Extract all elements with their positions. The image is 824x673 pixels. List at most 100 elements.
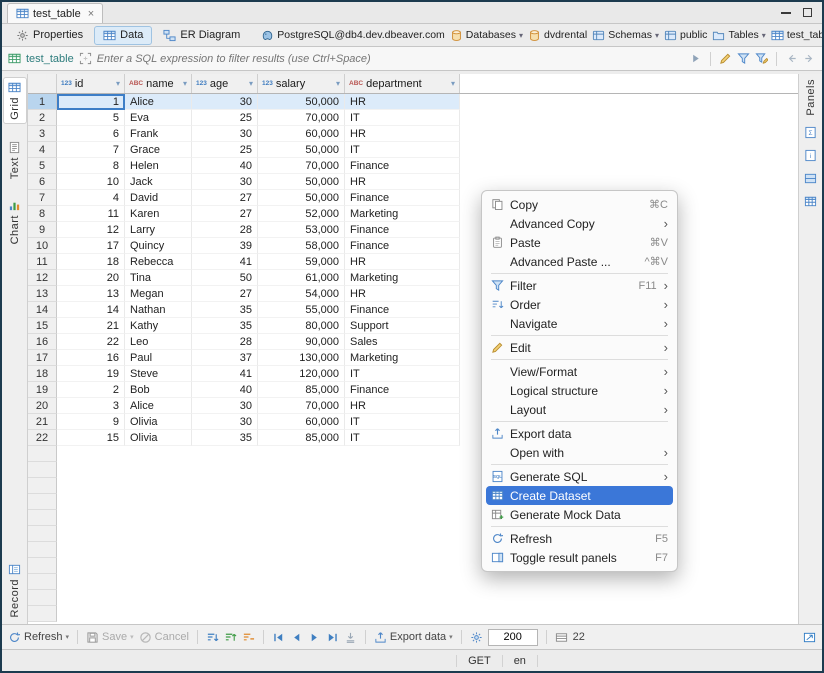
breadcrumb-item-schemas[interactable]: Schemas▾ xyxy=(590,28,661,43)
cell-id[interactable]: 2 xyxy=(57,382,125,398)
cell-salary[interactable]: 54,000 xyxy=(258,286,345,302)
tab-er-diagram[interactable]: ER Diagram xyxy=(154,26,249,45)
cell-department[interactable]: Sales xyxy=(345,334,460,350)
side-tab-record[interactable]: Record xyxy=(3,560,27,620)
row-number[interactable]: 19 xyxy=(28,382,57,398)
row-number-empty[interactable] xyxy=(28,606,57,622)
row-number-empty[interactable] xyxy=(28,542,57,558)
cell-name[interactable]: Frank xyxy=(125,126,192,142)
filter-dropdown-icon[interactable]: ▾ xyxy=(183,79,187,88)
cell-name[interactable]: Kathy xyxy=(125,318,192,334)
corner-cell[interactable] xyxy=(28,74,57,93)
cell-department[interactable]: Finance xyxy=(345,158,460,174)
menu-item-refresh[interactable]: RefreshF5 xyxy=(482,529,677,548)
row-number[interactable]: 6 xyxy=(28,174,57,190)
filter-icon[interactable] xyxy=(737,52,750,65)
grid-panel-icon[interactable] xyxy=(804,195,817,208)
chevron-down-icon[interactable]: ▾ xyxy=(519,31,523,40)
filter-dropdown-icon[interactable]: ▾ xyxy=(451,79,455,88)
breadcrumb-item-databases[interactable]: Databases▾ xyxy=(448,28,525,43)
cell-salary[interactable]: 85,000 xyxy=(258,430,345,446)
cell-salary[interactable]: 61,000 xyxy=(258,270,345,286)
cell-salary[interactable]: 53,000 xyxy=(258,222,345,238)
menu-item-copy[interactable]: Copy⌘C xyxy=(482,195,677,214)
cell-department[interactable]: IT xyxy=(345,366,460,382)
cell-age[interactable]: 40 xyxy=(192,158,258,174)
cell-salary[interactable]: 70,000 xyxy=(258,110,345,126)
chevron-down-icon[interactable]: ▾ xyxy=(66,633,70,641)
breadcrumb-item-postgresql-db4-dev-dbeaver-com[interactable]: PostgreSQL@db4.dev.dbeaver.com xyxy=(259,28,446,43)
cell-id[interactable]: 13 xyxy=(57,286,125,302)
cell-id[interactable]: 8 xyxy=(57,158,125,174)
row-number-empty[interactable] xyxy=(28,446,57,462)
cell-age[interactable]: 30 xyxy=(192,414,258,430)
cell-age[interactable]: 27 xyxy=(192,190,258,206)
cell-name[interactable]: Quincy xyxy=(125,238,192,254)
save-button[interactable]: Save ▾ xyxy=(86,631,134,644)
fetch-size-input[interactable] xyxy=(488,629,538,646)
row-number[interactable]: 21 xyxy=(28,414,57,430)
minimize-icon[interactable] xyxy=(781,12,791,14)
cell-department[interactable]: IT xyxy=(345,110,460,126)
cell-salary[interactable]: 50,000 xyxy=(258,142,345,158)
refresh-button[interactable]: Refresh ▾ xyxy=(8,631,69,644)
row-number[interactable]: 22 xyxy=(28,430,57,446)
cell-id[interactable]: 21 xyxy=(57,318,125,334)
cell-name[interactable]: Eva xyxy=(125,110,192,126)
menu-item-open-with[interactable]: Open with› xyxy=(482,443,677,462)
cancel-button[interactable]: Cancel xyxy=(139,631,189,644)
cell-age[interactable]: 50 xyxy=(192,270,258,286)
row-number[interactable]: 10 xyxy=(28,238,57,254)
close-icon[interactable]: × xyxy=(88,8,94,20)
cell-id[interactable]: 4 xyxy=(57,190,125,206)
cell-name[interactable]: Jack xyxy=(125,174,192,190)
row-number[interactable]: 15 xyxy=(28,318,57,334)
cell-age[interactable]: 35 xyxy=(192,302,258,318)
previous-row-icon[interactable] xyxy=(290,631,303,644)
filter-settings-icon[interactable] xyxy=(755,52,768,65)
cell-age[interactable]: 37 xyxy=(192,350,258,366)
apply-filter-icon[interactable] xyxy=(689,52,702,65)
cell-name[interactable]: Nathan xyxy=(125,302,192,318)
history-back-icon[interactable] xyxy=(785,52,798,65)
cell-age[interactable]: 35 xyxy=(192,318,258,334)
row-number-empty[interactable] xyxy=(28,462,57,478)
cell-salary[interactable]: 90,000 xyxy=(258,334,345,350)
expand-icon[interactable] xyxy=(79,52,92,65)
cell-name[interactable]: Helen xyxy=(125,158,192,174)
sort-icon[interactable] xyxy=(206,631,219,644)
row-number[interactable]: 11 xyxy=(28,254,57,270)
row-number[interactable]: 14 xyxy=(28,302,57,318)
filter-dropdown-icon[interactable]: ▾ xyxy=(336,79,340,88)
row-number[interactable]: 8 xyxy=(28,206,57,222)
history-forward-icon[interactable] xyxy=(803,52,816,65)
side-tab-grid[interactable]: Grid xyxy=(3,77,27,124)
cell-age[interactable]: 41 xyxy=(192,366,258,382)
cell-name[interactable]: David xyxy=(125,190,192,206)
cell-age[interactable]: 30 xyxy=(192,126,258,142)
menu-item-generate-sql[interactable]: SQLGenerate SQL› xyxy=(482,467,677,486)
add-row-icon[interactable] xyxy=(224,631,237,644)
cell-id[interactable]: 20 xyxy=(57,270,125,286)
cell-salary[interactable]: 60,000 xyxy=(258,414,345,430)
cell-salary[interactable]: 80,000 xyxy=(258,318,345,334)
row-number-empty[interactable] xyxy=(28,478,57,494)
cell-name[interactable]: Leo xyxy=(125,334,192,350)
cell-department[interactable]: Finance xyxy=(345,238,460,254)
cell-name[interactable]: Alice xyxy=(125,94,192,110)
cell-salary[interactable]: 58,000 xyxy=(258,238,345,254)
cell-department[interactable]: HR xyxy=(345,94,460,110)
cell-name[interactable]: Larry xyxy=(125,222,192,238)
calc-panel-icon[interactable]: Σ xyxy=(804,126,817,139)
cell-age[interactable]: 25 xyxy=(192,110,258,126)
side-tab-chart[interactable]: Chart xyxy=(3,196,27,247)
cell-department[interactable]: Finance xyxy=(345,302,460,318)
cell-department[interactable]: HR xyxy=(345,126,460,142)
breadcrumb-item-dvdrental[interactable]: dvdrental xyxy=(526,28,589,43)
cell-department[interactable]: Finance xyxy=(345,222,460,238)
cell-id[interactable]: 10 xyxy=(57,174,125,190)
column-header-name[interactable]: ABCname▾ xyxy=(125,74,192,93)
cell-salary[interactable]: 50,000 xyxy=(258,94,345,110)
cell-department[interactable]: Support xyxy=(345,318,460,334)
row-number-empty[interactable] xyxy=(28,510,57,526)
